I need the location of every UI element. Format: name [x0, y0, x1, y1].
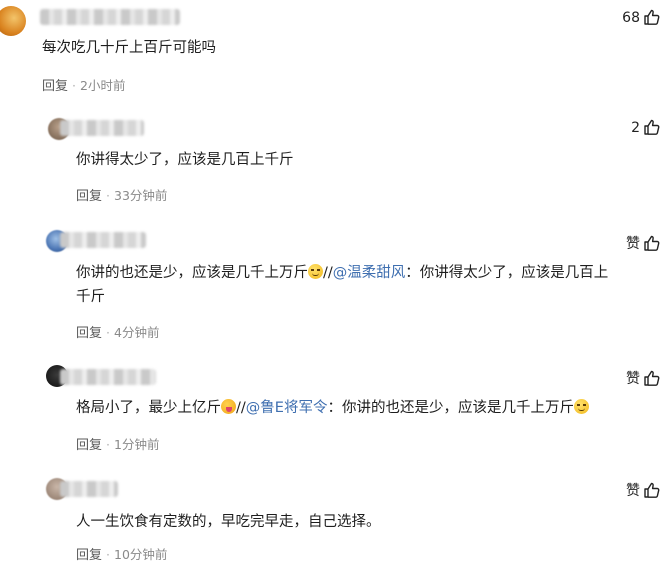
- thumbs-up-icon: [643, 119, 660, 136]
- thumbs-up-icon: [643, 9, 660, 26]
- like-button[interactable]: 2: [631, 119, 660, 136]
- comment-meta: 回复 · 33分钟前: [76, 188, 168, 204]
- like-label: 赞: [626, 371, 640, 387]
- timestamp: 10分钟前: [114, 547, 168, 562]
- thumbs-up-icon: [643, 235, 660, 252]
- user-mention-link[interactable]: @鲁E将军令: [246, 400, 328, 416]
- username-blurred[interactable]: [60, 232, 146, 248]
- username-blurred[interactable]: [40, 9, 180, 25]
- comment-meta: 回复 · 10分钟前: [76, 547, 168, 563]
- reply-button[interactable]: 回复: [76, 548, 102, 563]
- reply-button[interactable]: 回复: [42, 79, 68, 94]
- like-button[interactable]: 赞: [626, 233, 660, 253]
- mention-separator: //: [236, 400, 246, 416]
- smirk-emoji-icon: [308, 264, 323, 279]
- reply-button[interactable]: 回复: [76, 189, 102, 204]
- mention-separator: //: [323, 265, 333, 281]
- timestamp: 4分钟前: [114, 325, 160, 340]
- thumbs-up-icon: [643, 482, 660, 499]
- like-label: 赞: [626, 483, 640, 499]
- comment-text: 你讲得太少了，应该是几百上千斤: [76, 152, 294, 168]
- comment-text: 人一生饮食有定数的，早吃完早走，自己选择。: [76, 514, 381, 530]
- username-blurred[interactable]: [60, 120, 144, 136]
- smirk-emoji-icon: [573, 399, 589, 414]
- quoted-text: ：你讲的也还是少，应该是几千上万斤: [327, 400, 574, 416]
- comment-item: 68 每次吃几十斤上百斤可能吗 回复 · 2小时前: [0, 0, 666, 100]
- comment-meta: 回复 · 2小时前: [42, 78, 126, 94]
- quoted-text: ：你讲得太少了，应该是几百上: [405, 265, 609, 281]
- avatar[interactable]: [0, 6, 26, 36]
- quoted-text-cont: 千斤: [76, 289, 105, 305]
- comment-meta: 回复 · 1分钟前: [76, 437, 160, 453]
- timestamp: 2小时前: [80, 78, 126, 93]
- comment-text: 格局小了，最少上亿斤 //@鲁E将军令：你讲的也还是少，应该是几千上万斤: [76, 396, 660, 420]
- username-blurred[interactable]: [60, 481, 118, 497]
- like-button[interactable]: 赞: [626, 368, 660, 388]
- comment-text-main: 格局小了，最少上亿斤: [76, 400, 221, 416]
- like-label: 赞: [626, 236, 640, 252]
- comment-text: 每次吃几十斤上百斤可能吗: [42, 40, 216, 56]
- comment-text-main: 你讲的也还是少，应该是几千上万斤: [76, 265, 308, 281]
- comment-text: 你讲的也还是少，应该是几千上万斤 //@温柔甜风：你讲得太少了，应该是几百上千斤: [76, 261, 660, 309]
- reply-button[interactable]: 回复: [76, 438, 102, 453]
- reply-button[interactable]: 回复: [76, 326, 102, 341]
- user-mention-link[interactable]: @温柔甜风: [333, 265, 406, 281]
- reply-item: 赞 你讲的也还是少，应该是几千上万斤 //@温柔甜风：你讲得太少了，应该是几百上千…: [0, 222, 666, 352]
- tongue-emoji-icon: [221, 399, 236, 414]
- like-count: 68: [622, 9, 640, 26]
- thumbs-up-icon: [643, 370, 660, 387]
- like-count: 2: [631, 119, 640, 136]
- timestamp: 33分钟前: [114, 188, 168, 203]
- like-button[interactable]: 赞: [626, 480, 660, 500]
- comment-meta: 回复 · 4分钟前: [76, 325, 160, 341]
- timestamp: 1分钟前: [114, 437, 160, 452]
- reply-item: 赞 格局小了，最少上亿斤 //@鲁E将军令：你讲的也还是少，应该是几千上万斤 回复…: [0, 360, 666, 465]
- username-blurred[interactable]: [60, 369, 156, 385]
- reply-item: 2 你讲得太少了，应该是几百上千斤 回复 · 33分钟前: [0, 108, 666, 213]
- reply-item: 赞 人一生饮食有定数的，早吃完早走，自己选择。 回复 · 10分钟前: [0, 472, 666, 563]
- like-button[interactable]: 68: [622, 9, 660, 26]
